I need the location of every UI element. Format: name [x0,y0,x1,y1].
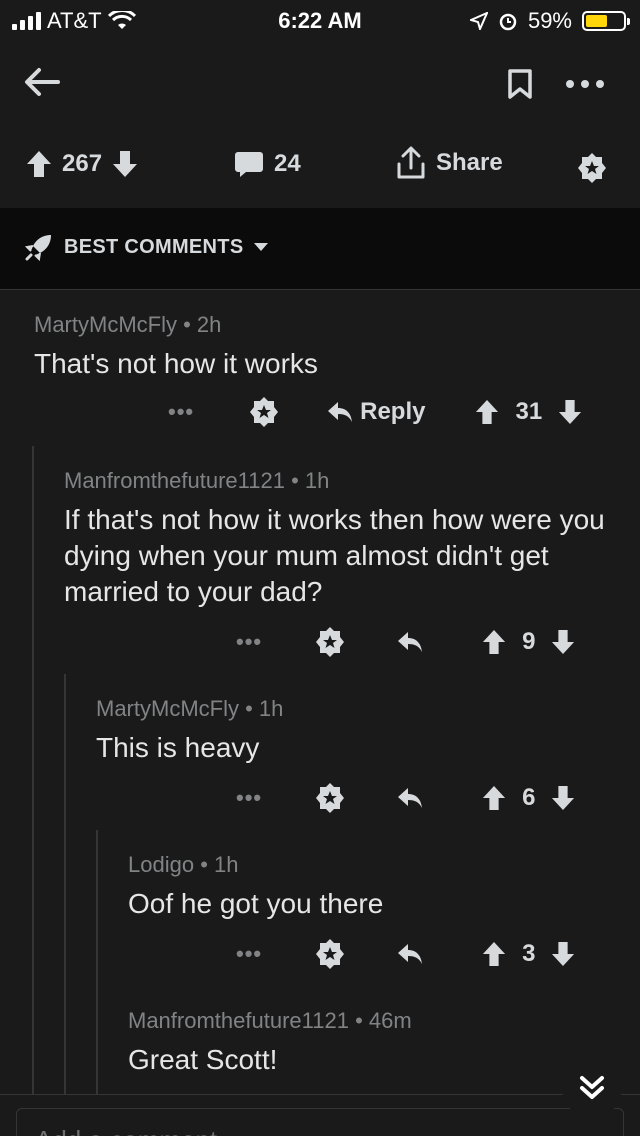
comment-meta: Lodigo • 1h [128,852,239,877]
reply-button[interactable]: Reply [326,398,425,426]
more-dots-icon [566,80,604,88]
downvote-arrow-icon[interactable] [558,399,582,425]
comment: MartyMcMcFly • 2h That's not how it work… [34,312,614,382]
arrow-left-icon [25,68,60,96]
upvote-arrow-icon[interactable] [26,150,52,178]
comment-author[interactable]: MartyMcMcFly [34,312,177,337]
sort-label: BEST COMMENTS [64,235,244,258]
battery-percent: 59% [527,8,572,33]
reply-arrow-icon[interactable] [396,942,424,966]
downvote-arrow-icon[interactable] [112,150,138,178]
comment-age: 1h [214,852,239,877]
save-button[interactable] [500,62,540,106]
upvote-arrow-icon[interactable] [482,941,506,967]
comment-author[interactable]: Lodigo [128,852,194,877]
post-score: 267 [62,150,103,177]
comment-meta: MartyMcMcFly • 1h [96,696,284,721]
battery-icon [582,11,630,31]
thread-line-depth-2[interactable] [64,674,66,1094]
downvote-arrow-icon[interactable] [551,629,575,655]
comment-body: Oof he got you there [128,888,384,919]
comment-actions: ••• Reply 31 [168,396,582,428]
comment-meta: MartyMcMcFly • 2h [34,312,222,337]
sort-dropdown[interactable]: BEST COMMENTS [24,232,269,262]
award-icon[interactable] [314,782,346,814]
upvote-arrow-icon[interactable] [482,785,506,811]
comment-actions: ••• 3 [236,938,575,970]
double-chevron-down-icon [580,1076,604,1099]
post-comments-count[interactable]: 24 [234,150,301,178]
add-comment-input[interactable]: Add a comment [16,1108,624,1136]
award-icon [578,153,606,183]
post-action-bar: 267 24 Share [0,126,640,208]
comment-bubble-icon [235,152,263,177]
comment-meta: Manfromthefuture1121 • 46m [128,1008,412,1033]
share-button[interactable]: Share [396,146,503,180]
share-icon [397,146,425,179]
comment-body: That's not how it works [34,348,318,379]
back-button[interactable] [20,60,64,104]
award-icon[interactable] [314,938,346,970]
comment-more-icon[interactable]: ••• [236,941,262,967]
share-label: Share [436,149,503,176]
scroll-next-button[interactable] [562,1058,622,1118]
upvote-arrow-icon[interactable] [482,629,506,655]
comment: MartyMcMcFly • 1h This is heavy [96,696,616,766]
comment-age: 1h [258,696,284,721]
comment: Lodigo • 1h Oof he got you there [128,852,618,922]
status-right: 59% [469,8,630,34]
sort-bar: BEST COMMENTS [0,208,640,290]
downvote-arrow-icon[interactable] [551,941,575,967]
post-vote-group: 267 [26,150,138,178]
comment-score: 31 [515,398,543,425]
location-icon [469,12,488,30]
rocket-icon [24,235,51,262]
reply-label: Reply [360,398,426,425]
comment-age: 2h [196,312,222,337]
bookmark-icon [508,69,532,99]
comment-author[interactable]: Manfromthefuture1121 [64,468,285,493]
comment-score: 9 [522,628,536,655]
top-nav-bar [0,40,640,126]
comment-more-icon[interactable]: ••• [168,399,194,425]
comment-body: If that's not how it works then how were… [64,504,605,607]
battery-fill [586,15,608,27]
alarm-icon [499,13,517,31]
comment-score: 3 [522,940,536,967]
thread-line-depth-1[interactable] [32,446,34,1094]
reply-arrow-icon[interactable] [396,630,424,654]
comment-author[interactable]: MartyMcMcFly [96,696,239,721]
comment-age: 46m [368,1008,412,1033]
comment-actions: ••• 9 [236,626,575,658]
award-icon[interactable] [314,626,346,658]
comment-more-icon[interactable]: ••• [236,785,262,811]
comment: Manfromthefuture1121 • 46m Great Scott! [128,1008,568,1078]
reply-arrow-icon [328,402,353,422]
comment-age: 1h [304,468,330,493]
thread-line-depth-3[interactable] [96,830,98,1094]
chevron-down-icon [254,243,269,251]
more-options-button[interactable] [562,62,608,106]
reply-arrow-icon[interactable] [396,786,424,810]
award-icon[interactable] [248,396,280,428]
comment-meta: Manfromthefuture1121 • 1h [64,468,330,493]
comment-score: 6 [522,784,536,811]
comment-more-icon[interactable]: ••• [236,629,262,655]
comment-author[interactable]: Manfromthefuture1121 [128,1008,349,1033]
upvote-arrow-icon[interactable] [475,399,499,425]
comment-body: Great Scott! [128,1044,278,1075]
comments-count: 24 [274,150,301,177]
comment-body: This is heavy [96,732,260,763]
comment-actions: ••• 6 [236,782,575,814]
downvote-arrow-icon[interactable] [551,785,575,811]
comment: Manfromthefuture1121 • 1h If that's not … [64,468,620,610]
award-button[interactable] [576,152,608,184]
status-bar: AT&T 6:22 AM 59% [0,0,640,40]
